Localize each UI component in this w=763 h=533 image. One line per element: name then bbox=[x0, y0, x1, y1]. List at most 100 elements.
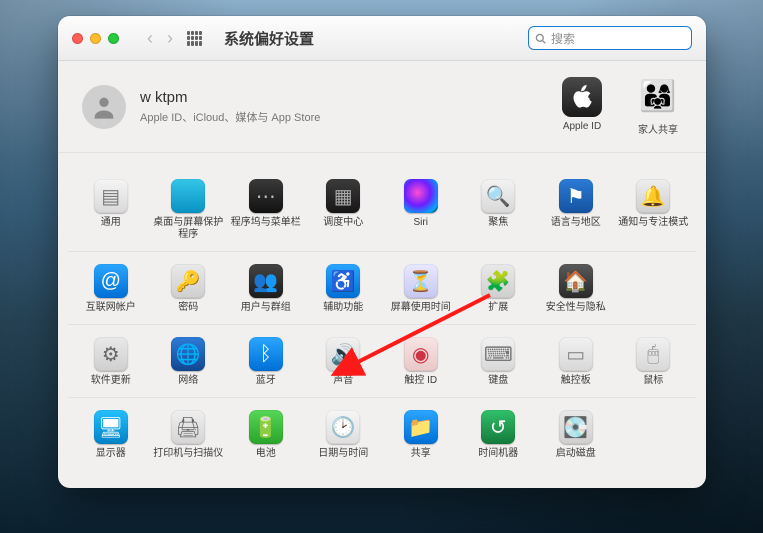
window-title: 系统偏好设置 bbox=[224, 28, 314, 49]
pref-touchid[interactable]: ◉触控 ID bbox=[382, 335, 460, 387]
pref-update[interactable]: ⚙︎软件更新 bbox=[72, 335, 150, 387]
pref-displays[interactable]: 🖥 显示器 bbox=[72, 408, 150, 460]
titlebar: ‹ › 系统偏好设置 搜索 bbox=[58, 16, 706, 61]
apple-id-label: Apple ID bbox=[556, 121, 608, 132]
startupdisk-icon: 💽 bbox=[559, 410, 593, 444]
apple-id-item[interactable]: Apple ID bbox=[556, 77, 608, 132]
show-all-button[interactable] bbox=[187, 31, 202, 46]
pref-users[interactable]: 👥用户与群组 bbox=[227, 262, 305, 314]
pref-network[interactable]: 🌐 网络 bbox=[150, 335, 228, 387]
timemachine-icon: ↺ bbox=[481, 410, 515, 444]
pref-keyboard[interactable]: ⌨︎键盘 bbox=[460, 335, 538, 387]
pref-trackpad[interactable]: ▭ 触控板 bbox=[537, 335, 615, 387]
preferences-grid: ▤ 通用 桌面与屏幕保护程序⋯程序坞与菜单栏 ▦ 调度中心 Siri🔍聚焦⚑语言与地区 🔔 通… bbox=[58, 153, 706, 488]
pref-mission[interactable]: ▦ 调度中心 bbox=[305, 177, 383, 241]
battery-label: 电池 bbox=[256, 448, 276, 460]
pref-printers[interactable]: 🖨 打印机与扫描仪 bbox=[150, 408, 228, 460]
forward-button[interactable]: › bbox=[167, 29, 173, 47]
pref-datetime[interactable]: 🕑 日期与时间 bbox=[305, 408, 383, 460]
pref-spotlight[interactable]: 🔍聚焦 bbox=[460, 177, 538, 241]
search-field[interactable]: 搜索 bbox=[528, 26, 692, 50]
language-icon: ⚑ bbox=[559, 179, 593, 213]
notifications-label: 通知与专注模式 bbox=[618, 217, 688, 229]
pref-row: @互联网帐户🔑密码👥用户与群组♿辅助功能 ⏳ 屏幕使用时间 🧩 扩展 🏠安全性与隐私 bbox=[68, 252, 696, 325]
printers-label: 打印机与扫描仪 bbox=[153, 448, 223, 460]
pref-siri[interactable]: Siri bbox=[382, 177, 460, 241]
general-icon: ▤ bbox=[94, 179, 128, 213]
siri-icon bbox=[404, 179, 438, 213]
dock-label: 程序坞与菜单栏 bbox=[231, 217, 301, 229]
pref-dock[interactable]: ⋯程序坞与菜单栏 bbox=[227, 177, 305, 241]
datetime-icon: 🕑 bbox=[326, 410, 360, 444]
network-icon: 🌐 bbox=[171, 337, 205, 371]
extensions-icon: 🧩 bbox=[481, 264, 515, 298]
pref-desktop[interactable]: 桌面与屏幕保护程序 bbox=[150, 177, 228, 241]
account-subtitle: Apple ID、iCloud、媒体与 App Store bbox=[140, 109, 320, 125]
sharing-label: 共享 bbox=[411, 448, 431, 460]
displays-label: 显示器 bbox=[96, 448, 126, 460]
apple-id-icon bbox=[562, 77, 602, 117]
window-controls bbox=[72, 33, 119, 44]
pref-sound[interactable]: 🔊 声音 bbox=[305, 335, 383, 387]
passwords-icon: 🔑 bbox=[171, 264, 205, 298]
desktop-label: 桌面与屏幕保护程序 bbox=[153, 217, 223, 241]
pref-accessibility[interactable]: ♿辅助功能 bbox=[305, 262, 383, 314]
touchid-label: 触控 ID bbox=[404, 375, 437, 387]
screentime-label: 屏幕使用时间 bbox=[391, 302, 451, 314]
pref-startupdisk[interactable]: 💽启动磁盘 bbox=[537, 408, 615, 460]
extensions-label: 扩展 bbox=[488, 302, 508, 314]
battery-icon: 🔋 bbox=[249, 410, 283, 444]
back-button[interactable]: ‹ bbox=[147, 29, 153, 47]
mission-label: 调度中心 bbox=[323, 217, 363, 229]
pref-extensions[interactable]: 🧩 扩展 bbox=[460, 262, 538, 314]
avatar[interactable] bbox=[82, 85, 126, 129]
account-row: w ktpm Apple ID、iCloud、媒体与 App Store App… bbox=[58, 61, 706, 153]
mission-icon: ▦ bbox=[326, 179, 360, 213]
pref-battery[interactable]: 🔋 电池 bbox=[227, 408, 305, 460]
pref-screentime[interactable]: ⏳ 屏幕使用时间 bbox=[382, 262, 460, 314]
family-sharing-icon: 👨‍👩‍👧 bbox=[638, 77, 678, 117]
search-placeholder: 搜索 bbox=[551, 30, 575, 47]
pref-timemachine[interactable]: ↺ 时间机器 bbox=[460, 408, 538, 460]
spotlight-label: 聚焦 bbox=[488, 217, 508, 229]
internet-icon: @ bbox=[94, 264, 128, 298]
pref-row: ▤ 通用 桌面与屏幕保护程序⋯程序坞与菜单栏 ▦ 调度中心 Siri🔍聚焦⚑语言与地区 🔔 通… bbox=[68, 167, 696, 252]
family-sharing-label: 家人共享 bbox=[632, 121, 684, 136]
pref-mouse[interactable]: 🖱鼠标 bbox=[615, 335, 693, 387]
screentime-icon: ⏳ bbox=[404, 264, 438, 298]
bluetooth-label: 蓝牙 bbox=[256, 375, 276, 387]
pref-sharing[interactable]: 📁共享 bbox=[382, 408, 460, 460]
account-name: w ktpm bbox=[140, 89, 320, 106]
keyboard-label: 键盘 bbox=[488, 375, 508, 387]
pref-row: ⚙︎软件更新 🌐 网络 ᛒ 蓝牙 🔊 声音 ◉触控 ID⌨︎键盘 ▭ 触控板 🖱鼠标 bbox=[68, 325, 696, 398]
pref-internet[interactable]: @互联网帐户 bbox=[72, 262, 150, 314]
sound-label: 声音 bbox=[333, 375, 353, 387]
general-label: 通用 bbox=[101, 217, 121, 229]
printers-icon: 🖨 bbox=[171, 410, 205, 444]
users-icon: 👥 bbox=[249, 264, 283, 298]
sound-icon: 🔊 bbox=[326, 337, 360, 371]
pref-security[interactable]: 🏠安全性与隐私 bbox=[537, 262, 615, 314]
security-icon: 🏠 bbox=[559, 264, 593, 298]
zoom-button[interactable] bbox=[108, 33, 119, 44]
account-text[interactable]: w ktpm Apple ID、iCloud、媒体与 App Store bbox=[140, 89, 320, 125]
displays-icon: 🖥 bbox=[94, 410, 128, 444]
minimize-button[interactable] bbox=[90, 33, 101, 44]
desktop-icon bbox=[171, 179, 205, 213]
pref-general[interactable]: ▤ 通用 bbox=[72, 177, 150, 241]
pref-bluetooth[interactable]: ᛒ 蓝牙 bbox=[227, 335, 305, 387]
pref-language[interactable]: ⚑语言与地区 bbox=[537, 177, 615, 241]
network-label: 网络 bbox=[178, 375, 198, 387]
system-preferences-window: ‹ › 系统偏好设置 搜索 w ktpm Apple ID、iCloud、媒体与… bbox=[58, 16, 706, 488]
trackpad-icon: ▭ bbox=[559, 337, 593, 371]
family-sharing-item[interactable]: 👨‍👩‍👧 家人共享 bbox=[632, 77, 684, 136]
pref-notifications[interactable]: 🔔 通知与专注模式 bbox=[615, 177, 693, 241]
trackpad-label: 触控板 bbox=[561, 375, 591, 387]
datetime-label: 日期与时间 bbox=[318, 448, 368, 460]
pref-passwords[interactable]: 🔑密码 bbox=[150, 262, 228, 314]
notifications-icon: 🔔 bbox=[636, 179, 670, 213]
bluetooth-icon: ᛒ bbox=[249, 337, 283, 371]
close-button[interactable] bbox=[72, 33, 83, 44]
timemachine-label: 时间机器 bbox=[478, 448, 518, 460]
pref-row: 🖥 显示器 🖨 打印机与扫描仪 🔋 电池 🕑 日期与时间 📁共享 ↺ 时间机器 💽启动磁盘 bbox=[68, 398, 696, 470]
